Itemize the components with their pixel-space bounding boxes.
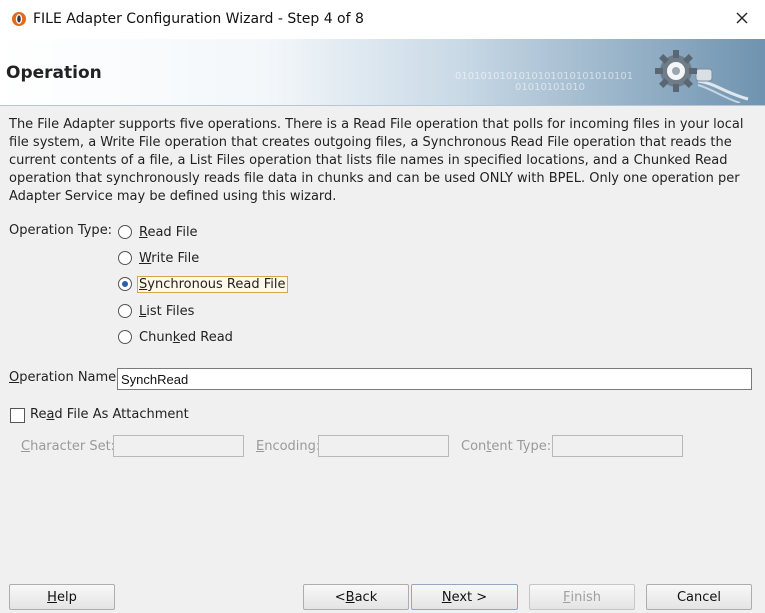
radio-list-files[interactable]: List Files <box>118 301 196 321</box>
finish-button: Finish <box>529 584 635 610</box>
wizard-content: The File Adapter supports five operation… <box>0 106 765 613</box>
operation-type-label: Operation Type: <box>9 223 113 238</box>
read-file-as-attachment-checkbox[interactable] <box>10 408 25 423</box>
banner-binary-decoration: 0101010101010101010101010101 01010101010 <box>455 71 634 93</box>
radio-button[interactable] <box>118 251 132 265</box>
radio-list-files-label[interactable]: List Files <box>137 303 196 320</box>
close-button[interactable] <box>719 0 765 39</box>
next-button[interactable]: Next > <box>411 584 518 610</box>
step-banner: Operation 0101010101010101010101010101 0… <box>0 39 765 106</box>
help-button[interactable]: Help <box>9 584 115 610</box>
window-title: FILE Adapter Configuration Wizard - Step… <box>33 11 364 27</box>
radio-write-file[interactable]: Write File <box>118 248 201 268</box>
operation-name-label: Operation Name: <box>9 370 121 385</box>
radio-button[interactable] <box>118 225 132 239</box>
back-button[interactable]: < Back <box>303 584 409 610</box>
content-type-input <box>552 435 683 457</box>
radio-chunked-read-label[interactable]: Chunked Read <box>137 329 235 346</box>
radio-synchronous-read-file-label[interactable]: Synchronous Read File <box>137 275 288 293</box>
encoding-label: Encoding: <box>256 439 321 454</box>
radio-write-file-label[interactable]: Write File <box>137 250 201 267</box>
encoding-input <box>318 435 449 457</box>
radio-button[interactable] <box>118 304 132 318</box>
radio-synchronous-read-file[interactable]: Synchronous Read File <box>118 274 288 294</box>
radio-button[interactable] <box>118 330 132 344</box>
operation-description: The File Adapter supports five operation… <box>9 117 744 204</box>
character-set-input <box>113 435 244 457</box>
radio-read-file[interactable]: Read File <box>118 222 200 242</box>
content-type-label: Content Type: <box>461 439 552 454</box>
radio-button-selected[interactable] <box>118 277 132 291</box>
cancel-button[interactable]: Cancel <box>646 584 752 610</box>
read-file-as-attachment-label[interactable]: Read File As Attachment <box>30 407 189 422</box>
character-set-label: Character Set: <box>21 439 116 454</box>
radio-read-file-label[interactable]: Read File <box>137 224 200 241</box>
title-bar: FILE Adapter Configuration Wizard - Step… <box>0 0 765 39</box>
radio-chunked-read[interactable]: Chunked Read <box>118 327 235 347</box>
page-title: Operation <box>6 63 102 83</box>
gear-plug-icon <box>640 41 750 104</box>
close-icon[interactable] <box>735 11 749 29</box>
oracle-app-icon <box>11 11 27 27</box>
operation-name-input[interactable] <box>117 368 752 390</box>
